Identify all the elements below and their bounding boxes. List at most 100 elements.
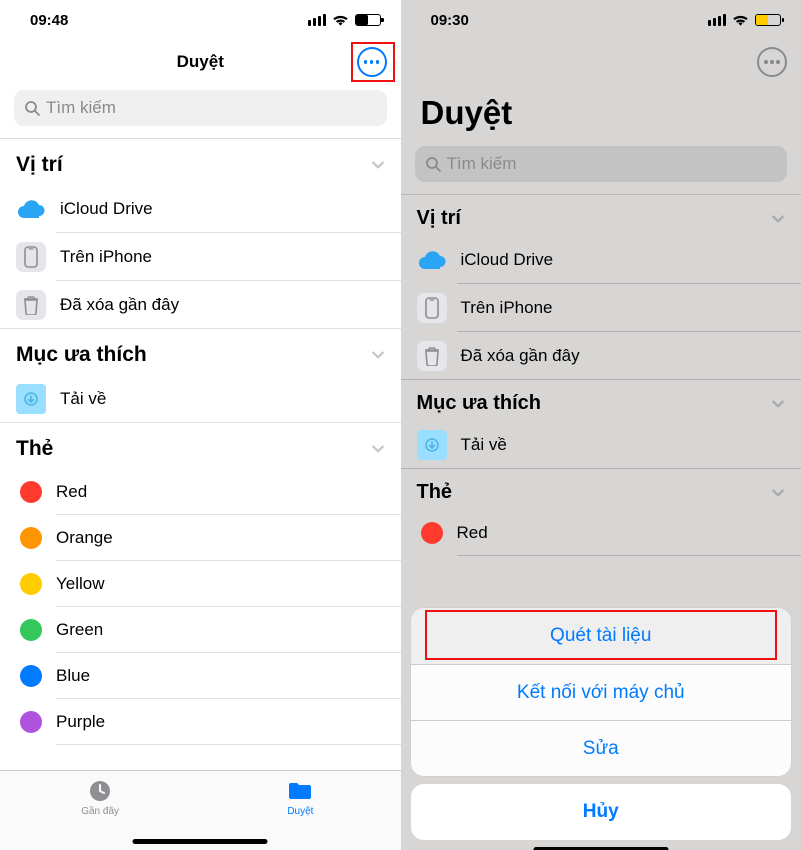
action-label: Quét tài liệu [550,625,651,647]
chevron-down-icon [371,442,385,456]
section-title: Vị trí [16,153,63,177]
row-label: Đã xóa gần đây [60,295,179,315]
section-title: Thẻ [417,481,453,504]
status-icons [308,14,381,27]
favorite-downloads[interactable]: Tải về [0,375,401,423]
cellular-signal-icon [308,14,326,26]
section-header-favorites[interactable]: Mục ưa thích [0,329,401,375]
search-field[interactable]: Tìm kiếm [14,90,387,126]
chevron-down-icon [771,486,785,500]
section-header-favorites[interactable]: Mục ưa thích [401,380,801,421]
tag-purple[interactable]: Purple [0,699,401,745]
tag-dot-icon [20,665,42,687]
location-recently-deleted[interactable]: Đã xóa gần đây [401,332,801,380]
tab-label: Gần đây [81,806,119,817]
search-icon [24,100,40,116]
status-time: 09:48 [30,12,68,29]
row-label: Trên iPhone [461,298,553,318]
action-sheet-group: Quét tài liệu Kết nối với máy chủ Sửa [411,608,792,776]
status-time: 09:30 [431,12,469,29]
row-label: iCloud Drive [461,250,554,270]
row-label: Purple [56,712,105,732]
tag-red[interactable]: Red [401,510,801,556]
location-recently-deleted[interactable]: Đã xóa gần đây [0,281,401,329]
row-label: Red [457,523,488,543]
phone-left-browse: 09:48 Duyệt Tìm kiếm Vị trí iCloud Dri [0,0,401,850]
section-header-locations[interactable]: Vị trí [0,139,401,185]
section-title: Mục ưa thích [16,343,147,367]
tag-dot-icon [20,573,42,595]
home-indicator [133,839,268,844]
tag-yellow[interactable]: Yellow [0,561,401,607]
clock-icon [86,779,114,803]
search-placeholder: Tìm kiếm [447,154,517,174]
action-label: Sửa [583,738,619,760]
status-bar: 09:30 [401,0,801,40]
phone-icon [417,293,447,323]
wifi-icon [732,14,749,27]
action-cancel[interactable]: Hủy [411,784,792,840]
favorite-downloads[interactable]: Tải về [401,421,801,469]
location-on-iphone[interactable]: Trên iPhone [0,233,401,281]
chevron-down-icon [371,158,385,172]
cellular-signal-icon [708,14,726,26]
location-icloud-drive[interactable]: iCloud Drive [401,236,801,284]
status-bar: 09:48 [0,0,401,40]
tag-dot-icon [20,619,42,641]
tag-blue[interactable]: Blue [0,653,401,699]
tag-red[interactable]: Red [0,469,401,515]
nav-title: Duyệt [177,52,224,72]
section-header-locations[interactable]: Vị trí [401,195,801,236]
section-title: Thẻ [16,437,53,461]
battery-icon [355,14,381,26]
status-icons [708,14,781,27]
search-placeholder: Tìm kiếm [46,98,116,118]
row-label: Tải về [461,435,507,455]
more-button[interactable] [357,47,387,77]
action-scan-documents[interactable]: Quét tài liệu [411,608,792,664]
tag-dot-icon [20,481,42,503]
battery-low-icon [755,14,781,26]
tag-orange[interactable]: Orange [0,515,401,561]
trash-icon [16,290,46,320]
action-label: Kết nối với máy chủ [517,682,685,704]
phone-right-action-sheet: 09:30 Duyệt Tìm kiếm Vị trí iCloud Drive [401,0,801,850]
action-label: Hủy [583,801,619,823]
action-sheet: Quét tài liệu Kết nối với máy chủ Sửa Hủ… [401,608,801,850]
folder-icon [286,779,314,803]
section-header-tags[interactable]: Thẻ [401,469,801,510]
search-icon [425,156,441,172]
chevron-down-icon [371,348,385,362]
trash-icon [417,341,447,371]
search-field[interactable]: Tìm kiếm [415,146,788,182]
action-edit[interactable]: Sửa [411,720,792,776]
tag-dot-icon [20,527,42,549]
more-button[interactable] [757,47,787,77]
row-label: Tải về [60,389,106,409]
tag-dot-icon [421,522,443,544]
location-on-iphone[interactable]: Trên iPhone [401,284,801,332]
tab-label: Duyệt [287,806,313,817]
row-label: Trên iPhone [60,247,152,267]
phone-icon [16,242,46,272]
row-label: Đã xóa gần đây [461,346,580,366]
tag-green[interactable]: Green [0,607,401,653]
row-label: Blue [56,666,90,686]
row-label: Yellow [56,574,105,594]
action-connect-server[interactable]: Kết nối với máy chủ [411,664,792,720]
downloads-folder-icon [16,384,46,414]
wifi-icon [332,14,349,27]
chevron-down-icon [771,397,785,411]
nav-bar [401,40,801,84]
tag-dot-icon [20,711,42,733]
section-title: Mục ưa thích [417,392,542,415]
location-icloud-drive[interactable]: iCloud Drive [0,185,401,233]
section-header-tags[interactable]: Thẻ [0,423,401,469]
cloud-icon [16,198,46,220]
large-title: Duyệt [401,84,801,140]
cloud-icon [417,249,447,271]
section-title: Vị trí [417,207,461,230]
nav-bar: Duyệt [0,40,401,84]
row-label: iCloud Drive [60,199,153,219]
row-label: Orange [56,528,113,548]
